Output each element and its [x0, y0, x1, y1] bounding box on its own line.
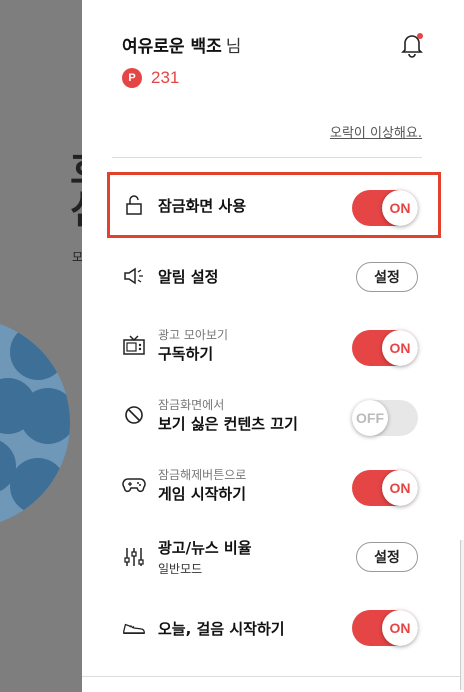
- side-menu-panel: 여유로운 백조 님 P 231 오락이 이상해요. 잠금화면 사용 ON 알림 설…: [82, 0, 464, 692]
- gamepad-icon: [122, 473, 146, 497]
- tv-icon: [122, 333, 146, 357]
- edge-panel-handle[interactable]: [460, 540, 464, 690]
- menu-item-sublabel: 광고 모아보기: [158, 328, 229, 342]
- menu-item-label: 구독하기: [158, 345, 214, 363]
- points-value: 231: [151, 68, 180, 87]
- unlock-icon: [122, 193, 146, 217]
- menu-item-sublabel: 잠금화면에서: [158, 398, 225, 412]
- divider: [112, 157, 422, 158]
- background-text: 모: [72, 250, 82, 264]
- block-icon: [122, 403, 146, 427]
- menu-item-label: 잠금화면 사용: [158, 196, 247, 215]
- bell-icon[interactable]: [398, 30, 426, 58]
- walk-toggle[interactable]: ON: [352, 610, 418, 646]
- menu-item-sublabel: 일반모드: [158, 562, 203, 576]
- report-link[interactable]: 오락이 이상해요.: [330, 122, 422, 141]
- menu-item-label: 광고/뉴스 비율: [158, 539, 252, 557]
- user-name: 여유로운 백조 님: [122, 37, 242, 57]
- notification-settings-button[interactable]: 설정: [356, 262, 418, 292]
- points: P 231: [122, 68, 179, 88]
- background-text: 선: [70, 190, 82, 230]
- game-toggle[interactable]: ON: [352, 470, 418, 506]
- subscribe-toggle[interactable]: ON: [352, 330, 418, 366]
- menu-item-label: 보기 싫은 컨텐츠 끄기: [158, 415, 298, 433]
- points-icon: P: [122, 68, 142, 88]
- block-content-toggle[interactable]: OFF: [352, 400, 418, 436]
- background-image: [0, 318, 70, 528]
- divider: [82, 676, 464, 677]
- menu-item-sublabel: 잠금해제버튼으로: [158, 468, 247, 482]
- background-text: 흐: [70, 150, 82, 190]
- lockscreen-toggle[interactable]: ON: [352, 190, 418, 226]
- megaphone-icon: [122, 264, 146, 288]
- menu-item-label: 알림 설정: [158, 267, 219, 286]
- menu-item-label: 오늘, 걸음 시작하기: [158, 619, 285, 638]
- sliders-icon: [122, 545, 146, 569]
- background-screen: 흐 선 모: [0, 0, 82, 692]
- sneaker-icon: [122, 616, 146, 640]
- menu-item-label: 게임 시작하기: [158, 485, 247, 503]
- ad-ratio-settings-button[interactable]: 설정: [356, 542, 418, 572]
